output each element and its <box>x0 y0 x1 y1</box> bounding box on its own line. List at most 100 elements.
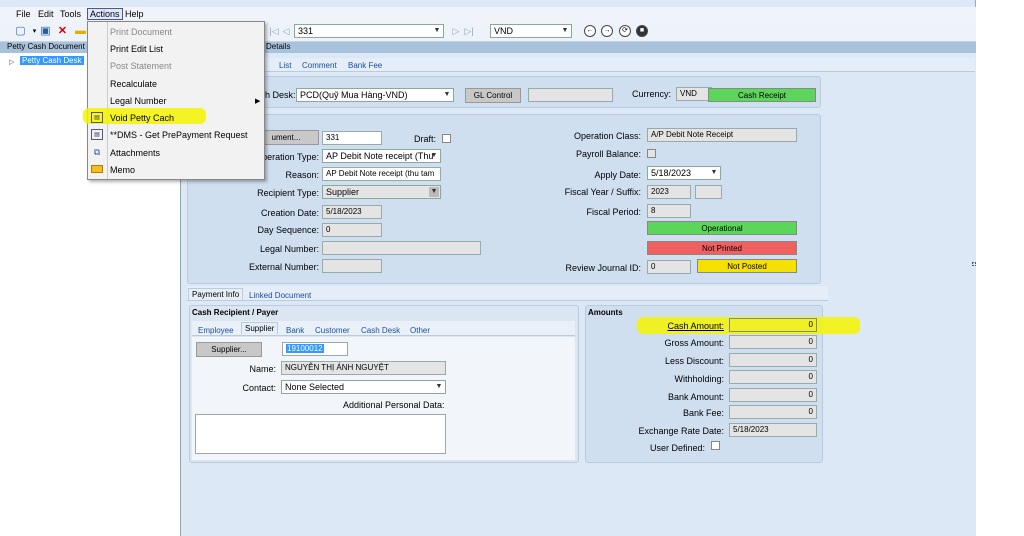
delete-icon[interactable]: ✕ <box>56 25 69 38</box>
contact-label: Contact: <box>242 383 276 393</box>
payroll-balance-label: Payroll Balance: <box>575 149 641 159</box>
refresh-icon[interactable]: ⟳ <box>619 25 631 37</box>
operation-type-combo[interactable]: AP Debit Note receipt (Thu ▼ <box>322 149 441 163</box>
app-window: File Edit Tools Actions Help ▢ ▾ ▣ ✕ ▬ |… <box>0 0 976 536</box>
void-document-icon: ▤ <box>91 112 103 123</box>
supplier-id-field[interactable]: 19100012 <box>282 342 348 356</box>
actions-dropdown-menu: Print Document Print Edit List Post Stat… <box>83 21 265 180</box>
currency-label: Currency: <box>632 89 672 99</box>
cash-amount-field: 0 <box>729 318 817 332</box>
previous-record-icon[interactable]: ◁ <box>280 25 292 37</box>
supplier-button[interactable]: Supplier... <box>196 342 262 357</box>
menu-actions[interactable]: Actions <box>87 8 123 20</box>
document-number-field[interactable]: 331 <box>322 131 382 145</box>
tab-payment-info[interactable]: Payment Info <box>188 288 244 300</box>
menu-item-void-petty-cach[interactable]: Void Petty Cach <box>110 113 174 123</box>
reason-field[interactable]: AP Debit Note receipt (thu tam <box>322 167 441 181</box>
bank-fee-label: Bank Fee: <box>682 408 724 418</box>
tab-bank[interactable]: Bank <box>286 326 304 335</box>
menu-edit[interactable]: Edit <box>36 9 56 19</box>
menu-file[interactable]: File <box>14 9 33 19</box>
menu-icon-gutter <box>107 22 108 179</box>
creation-date-label: Creation Date: <box>260 208 319 218</box>
recipient-type-value: Supplier <box>326 187 360 197</box>
currency-combo[interactable]: VND ▼ <box>490 24 572 38</box>
withholding-field: 0 <box>729 370 817 384</box>
printed-status: Not Printed <box>647 241 797 255</box>
user-defined-label: User Defined: <box>649 443 705 453</box>
submenu-arrow-icon: ▶ <box>255 98 261 105</box>
menu-bar: File Edit Tools Actions Help <box>0 7 976 22</box>
creation-date-field: 5/18/2023 <box>322 205 382 219</box>
tab-employee[interactable]: Employee <box>198 326 234 335</box>
apply-date-label: Apply Date: <box>594 170 641 180</box>
tab-other[interactable]: Other <box>410 326 430 335</box>
recipient-type-label: Recipient Type: <box>257 188 319 198</box>
gross-amount-field: 0 <box>729 335 817 349</box>
contact-value: None Selected <box>285 382 345 392</box>
gl-control-button[interactable]: GL Control <box>465 88 521 103</box>
menu-tools[interactable]: Tools <box>58 9 83 19</box>
contact-combo[interactable]: None Selected ▼ <box>281 380 446 394</box>
tab-linked-document[interactable]: Linked Document <box>249 291 311 300</box>
first-record-icon[interactable]: |◁ <box>268 25 280 37</box>
cash-amount-label: Cash Amount: <box>667 321 724 331</box>
recipient-type-combo[interactable]: Supplier ▼ <box>322 185 441 199</box>
new-document-icon[interactable]: ▢ <box>14 25 27 38</box>
cash-desk-combo[interactable]: PCD(Quỹ Mua Hàng-VND) ▼ <box>296 88 454 102</box>
recipient-title: Cash Recipient / Payer <box>192 308 279 317</box>
menu-item-memo[interactable]: Memo <box>110 165 135 175</box>
external-number-field <box>322 259 382 273</box>
supplier-id-value: 19100012 <box>286 344 324 353</box>
menu-item-legal-number[interactable]: Legal Number <box>110 96 167 106</box>
menu-item-print-edit-list[interactable]: Print Edit List <box>110 44 163 54</box>
menu-help[interactable]: Help <box>123 9 146 19</box>
tab-petty-cash-document[interactable]: Petty Cash Document <box>7 42 85 51</box>
back-icon[interactable]: ← <box>584 25 596 37</box>
additional-data-label: Additional Personal Data: <box>343 400 445 410</box>
review-journal-label: Review Journal ID: <box>565 263 641 273</box>
menu-item-post-statement: Post Statement <box>110 61 172 71</box>
menu-item-dms-get-prepayment-request[interactable]: **DMS - Get PrePayment Request <box>110 130 248 140</box>
cash-desk-label: h Desk: <box>265 90 296 100</box>
save-icon[interactable]: ▣ <box>39 25 52 38</box>
last-record-icon[interactable]: ▷| <box>463 25 475 37</box>
tab-customer[interactable]: Customer <box>315 326 350 335</box>
tab-bank-fee[interactable]: Bank Fee <box>348 61 382 70</box>
operational-status: Operational <box>647 221 797 235</box>
folder-icon[interactable]: ▬ <box>74 25 87 38</box>
resize-handle[interactable] <box>972 262 976 266</box>
next-record-icon[interactable]: ▷ <box>450 25 462 37</box>
fiscal-year-field: 2023 <box>647 185 691 199</box>
expand-icon[interactable]: ▷ <box>9 58 14 66</box>
menu-item-print-document: Print Document <box>110 27 173 37</box>
tab-comment[interactable]: Comment <box>302 61 337 70</box>
review-journal-field: 0 <box>647 260 691 274</box>
day-sequence-field: 0 <box>322 223 382 237</box>
external-number-label: External Number: <box>248 262 319 272</box>
tab-supplier[interactable]: Supplier <box>241 322 279 334</box>
record-number-combo[interactable]: 331 ▼ <box>294 24 444 38</box>
forward-icon[interactable]: → <box>601 25 613 37</box>
user-defined-checkbox[interactable] <box>711 441 720 450</box>
menu-item-recalculate[interactable]: Recalculate <box>110 79 157 89</box>
stop-icon[interactable]: ■ <box>636 25 648 37</box>
bank-fee-field: 0 <box>729 405 817 419</box>
tab-cash-desk[interactable]: Cash Desk <box>361 326 400 335</box>
tab-list[interactable]: List <box>279 61 291 70</box>
chevron-down-icon: ▼ <box>435 383 443 390</box>
tab-details[interactable]: Details <box>266 42 290 51</box>
additional-data-textarea[interactable] <box>195 414 446 454</box>
draft-checkbox[interactable] <box>442 134 451 143</box>
payroll-balance-checkbox[interactable] <box>647 149 656 158</box>
menu-item-attachments[interactable]: Attachments <box>110 148 160 158</box>
currency-combo-value: VND <box>494 26 514 36</box>
less-discount-field: 0 <box>729 353 817 367</box>
tree-item-petty-cash-desk[interactable]: Petty Cash Desk <box>20 56 84 65</box>
apply-date-combo[interactable]: 5/18/2023 ▼ <box>647 166 721 180</box>
operation-class-field: A/P Debit Note Receipt <box>647 128 797 142</box>
record-number-value: 331 <box>298 26 314 36</box>
operation-type-value: AP Debit Note receipt (Thu <box>326 151 434 161</box>
document-content: t List Comment Bank Fee h Desk: PCD(Quỹ … <box>181 53 976 536</box>
draft-label: Draft: <box>414 134 437 144</box>
